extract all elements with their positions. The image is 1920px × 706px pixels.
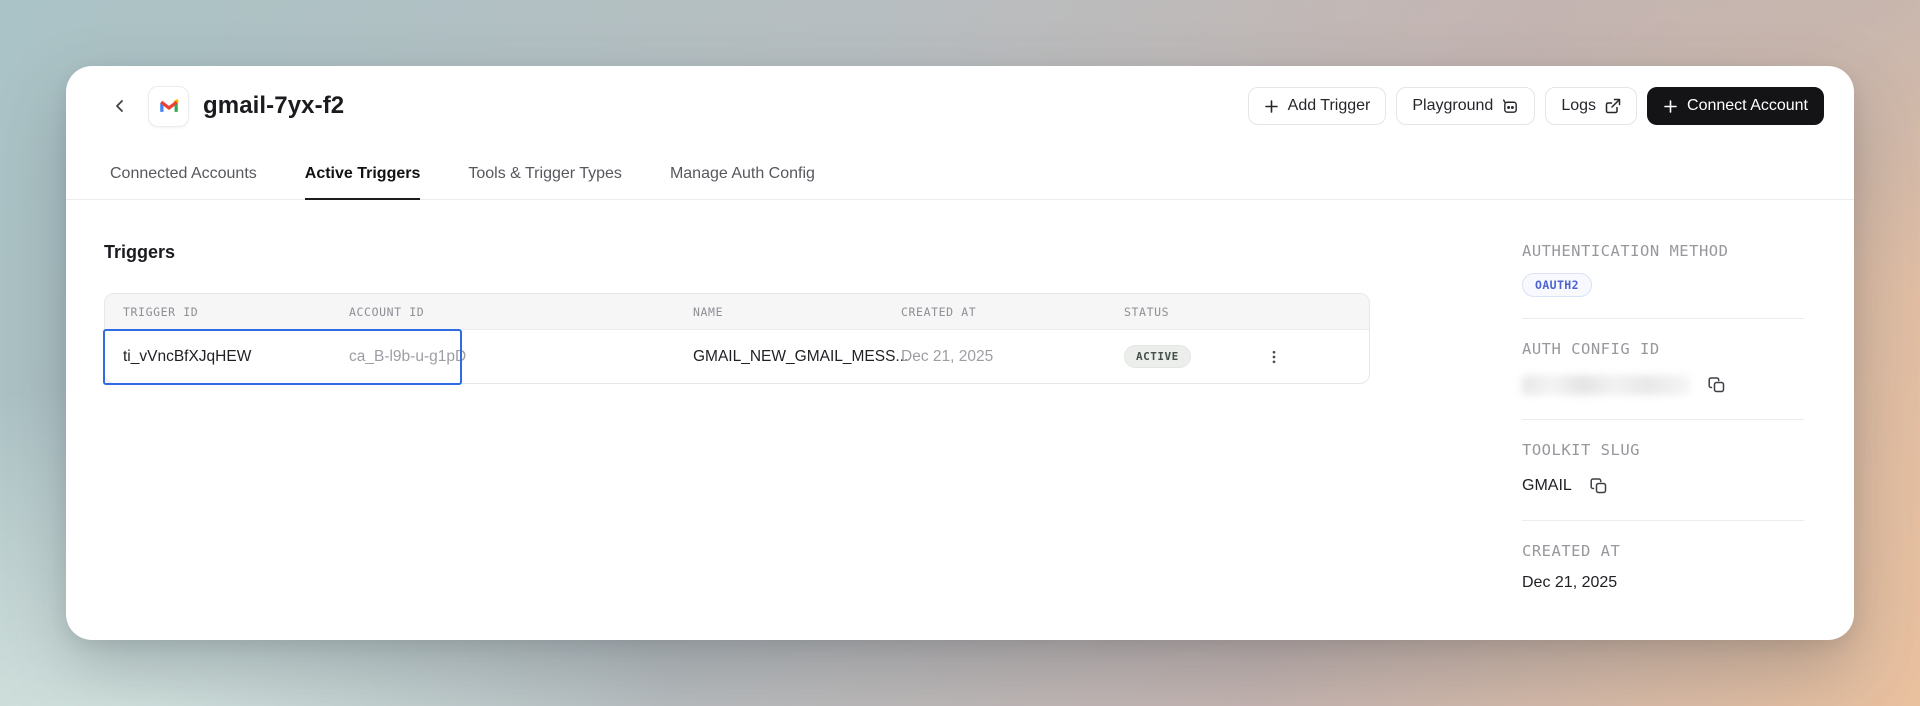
column-header-trigger-id: TRIGGER ID [123,304,199,319]
created-at-label: CREATED AT [1522,542,1621,560]
copy-icon [1708,377,1725,393]
status-badge: ACTIVE [1124,345,1191,368]
column-header-created-at: CREATED AT [901,304,977,319]
triggers-table: TRIGGER ID ACCOUNT ID NAME CREATED AT ST… [103,293,1370,385]
chevron-left-icon [116,100,123,112]
kebab-menu-icon [1272,350,1276,363]
divider [1522,318,1804,319]
logs-label: Logs [1561,97,1597,114]
tab-tools-trigger-types[interactable]: Tools & Trigger Types [468,165,622,200]
gmail-logo-icon [148,85,189,127]
tab-bar: Connected Accounts Active Triggers Tools… [66,136,1854,200]
cell-actions [1229,342,1369,372]
connect-account-button[interactable]: Connect Account [1647,87,1824,125]
cell-account-id: ca_B-l9b-u-g1pD [349,347,467,365]
logs-button[interactable]: Logs [1545,87,1638,125]
cell-trigger-id: ti_vVncBfXJqHEW [123,347,252,365]
toolkit-slug-value: GMAIL [1522,477,1572,494]
copy-icon [1590,478,1607,494]
copy-toolkit-slug-button[interactable] [1586,473,1612,499]
cell-created-at: Dec 21, 2025 [901,347,994,365]
tab-active-triggers[interactable]: Active Triggers [304,165,421,200]
created-at-value: Dec 21, 2025 [1522,574,1618,591]
divider [1522,520,1804,521]
redacted-auth-config-id [1522,375,1690,395]
connect-account-label: Connect Account [1687,97,1808,114]
table-header-row: TRIGGER ID ACCOUNT ID NAME CREATED AT ST… [105,294,1369,330]
app-window-icon [1503,98,1518,113]
add-trigger-button[interactable]: Add Trigger [1247,87,1387,125]
external-link-icon [1605,98,1621,114]
column-header-name: NAME [693,304,724,319]
add-trigger-label: Add Trigger [1287,97,1371,114]
table-row[interactable]: ti_vVncBfXJqHEW ca_B-l9b-u-g1pD GMAIL_NE… [105,330,1369,383]
oauth2-badge: OAUTH2 [1522,273,1592,297]
cell-name: GMAIL_NEW_GMAIL_MESS... [693,347,909,365]
divider [1522,419,1804,420]
cell-status: ACTIVE [1124,345,1229,368]
header-title-group: gmail-7yx-f2 [106,85,345,127]
row-menu-button[interactable] [1259,342,1289,372]
tab-manage-auth-config[interactable]: Manage Auth Config [670,165,815,200]
app-window: gmail-7yx-f2 Add Trigger Playground Logs… [66,66,1854,640]
playground-button[interactable]: Playground [1396,87,1536,125]
section-title: Triggers [104,242,176,262]
auth-config-id-label: AUTH CONFIG ID [1522,340,1660,358]
triggers-section: Triggers TRIGGER ID ACCOUNT ID NAME CREA… [103,200,1370,385]
header-actions: Add Trigger Playground Logs Connect Acco… [1247,87,1824,125]
auth-method-label: AUTHENTICATION METHOD [1522,242,1729,260]
copy-auth-config-id-button[interactable] [1704,372,1730,398]
toolkit-slug-label: TOOLKIT SLUG [1522,441,1640,459]
column-header-status: STATUS [1124,304,1170,319]
details-panel: AUTHENTICATION METHOD OAUTH2 AUTH CONFIG… [1522,242,1804,592]
plus-icon [1264,99,1278,113]
page-header: gmail-7yx-f2 Add Trigger Playground Logs… [66,66,1854,136]
playground-label: Playground [1412,97,1494,114]
tab-connected-accounts[interactable]: Connected Accounts [110,165,257,200]
plus-icon [1664,99,1677,113]
page-title: gmail-7yx-f2 [203,92,345,119]
column-header-account-id: ACCOUNT ID [349,304,425,319]
back-button[interactable] [106,92,134,120]
